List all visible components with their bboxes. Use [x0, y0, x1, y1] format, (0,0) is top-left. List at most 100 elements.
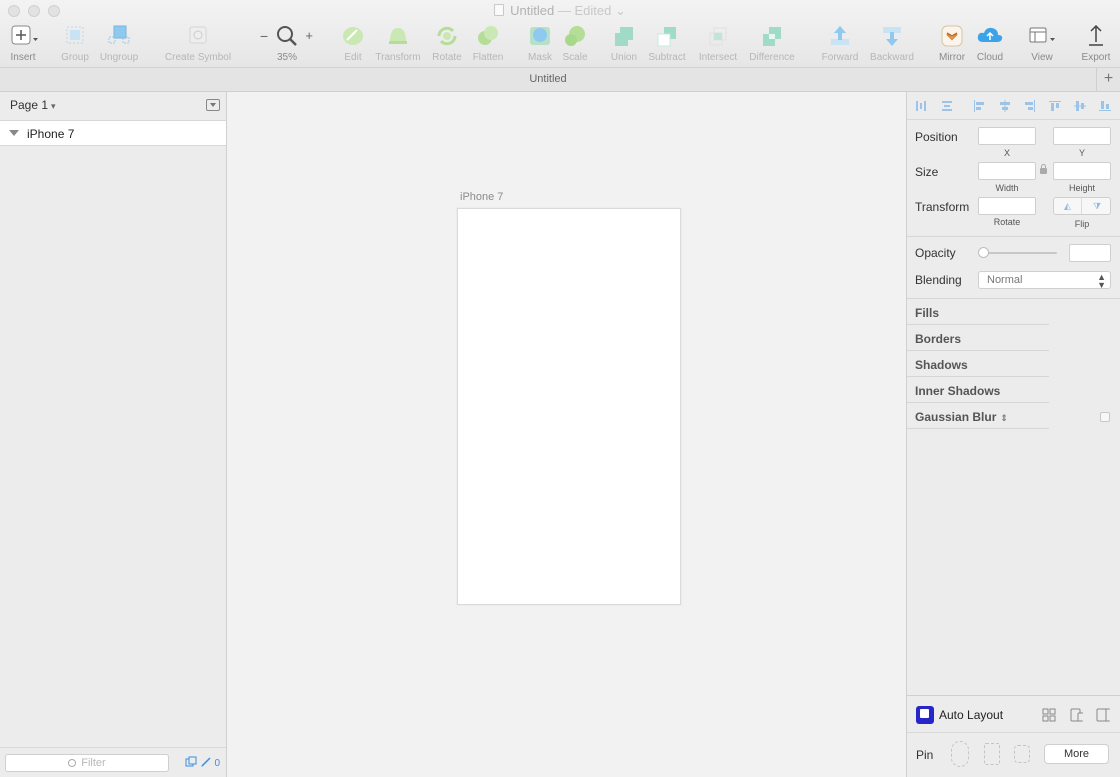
inner-shadows-section[interactable]: Inner Shadows [907, 377, 1049, 403]
transform-icon [389, 28, 407, 44]
opacity-slider-knob[interactable] [978, 247, 989, 258]
union-button[interactable]: Union [606, 22, 642, 66]
inspector-panel: Position X Y Size Width Height Transform… [906, 92, 1120, 777]
mask-icon [530, 27, 550, 45]
stack-grid-icon[interactable] [1042, 708, 1056, 722]
ungroup-button[interactable]: Ungroup [96, 22, 142, 66]
group-button[interactable]: Group [58, 22, 92, 66]
disclosure-triangle-icon[interactable] [9, 130, 19, 136]
pin-label: Pin [916, 748, 934, 762]
rotate-input[interactable] [978, 197, 1036, 215]
union-icon [615, 27, 633, 46]
flip-horizontal-icon[interactable]: ◭ [1054, 198, 1082, 214]
opacity-input[interactable] [1069, 244, 1111, 262]
layer-row[interactable]: iPhone 7 [0, 120, 226, 146]
size-label: Size [915, 165, 939, 179]
create-symbol-button[interactable]: Create Symbol [160, 22, 236, 66]
inner-shadows-label: Inner Shadows [915, 384, 1001, 398]
more-button[interactable]: More [1044, 744, 1109, 764]
toggle-pages-icon[interactable] [206, 99, 220, 111]
slices-filter-icon[interactable] [200, 756, 212, 767]
fills-section[interactable]: Fills [907, 299, 1049, 325]
tab-untitled[interactable]: Untitled [0, 73, 1096, 85]
intersect-label: Intersect [698, 52, 738, 63]
align-center-horizontal-icon[interactable] [999, 100, 1011, 112]
export-icon [1089, 24, 1103, 46]
height-label: Height [1068, 183, 1095, 193]
gaussian-blur-label: Gaussian Blur ⇕ [915, 410, 1008, 424]
width-input[interactable] [978, 162, 1036, 180]
distribute-vertical-icon[interactable] [941, 100, 953, 112]
auto-layout-title: Auto Layout [939, 708, 1004, 722]
title-menu-chevron-icon[interactable]: ⌄ [615, 3, 626, 18]
mask-button[interactable]: Mask [524, 22, 556, 66]
height-input[interactable] [1053, 162, 1111, 180]
subtract-label: Subtract [648, 52, 686, 63]
borders-label: Borders [915, 332, 962, 346]
artboard-iphone-7[interactable] [457, 208, 681, 605]
flip-label: Flip [1074, 219, 1090, 229]
gaussian-blur-section[interactable]: Gaussian Blur ⇕ [907, 403, 1049, 429]
scale-icon [565, 26, 585, 46]
filter-input[interactable]: Filter [5, 754, 169, 772]
x-input[interactable] [978, 127, 1036, 145]
gaussian-blur-checkbox[interactable] [1100, 412, 1110, 422]
borders-section[interactable]: Borders [907, 325, 1049, 351]
symbols-filter-icon[interactable] [185, 756, 197, 767]
distribute-horizontal-icon[interactable] [915, 100, 927, 112]
shadows-section[interactable]: Shadows [907, 351, 1049, 377]
lock-icon[interactable] [1040, 164, 1047, 174]
view-button[interactable]: View [1024, 22, 1060, 66]
insert-button[interactable]: Insert [4, 22, 42, 66]
symbol-icon [189, 26, 207, 44]
canvas[interactable]: iPhone 7 [227, 92, 906, 777]
zoom-level: 35% [276, 52, 297, 63]
zoom-out-button[interactable]: − [260, 28, 268, 44]
align-right-icon[interactable] [1024, 100, 1036, 112]
view-icon [1029, 27, 1055, 43]
position-label: Position [915, 130, 958, 144]
forward-button[interactable]: Forward [816, 22, 864, 66]
edit-button[interactable]: Edit [338, 22, 368, 66]
up-down-chevron-icon: ▲ ▼ [1097, 272, 1106, 290]
add-tab-button[interactable]: + [1096, 68, 1120, 91]
blending-select[interactable]: Normal ▲ ▼ [978, 271, 1111, 290]
filter-bar: Filter 0 [0, 747, 226, 777]
scale-button[interactable]: Scale [558, 22, 592, 66]
difference-icon [763, 27, 781, 46]
y-input[interactable] [1053, 127, 1111, 145]
export-button[interactable]: Export [1078, 22, 1114, 66]
cloud-button[interactable]: Cloud [972, 22, 1008, 66]
insert-label: Insert [10, 52, 36, 63]
page-selector[interactable]: Page 1 ▾ [10, 98, 56, 112]
auto-layout-panel: Auto Layout [907, 695, 1120, 733]
mirror-button[interactable]: Mirror [934, 22, 970, 66]
pin-all-edges-icon[interactable] [951, 741, 969, 767]
opacity-label: Opacity [915, 246, 956, 260]
subtract-icon [657, 27, 676, 47]
pin-center-icon[interactable] [984, 743, 1000, 765]
filter-icons: 0 [185, 756, 220, 769]
difference-button[interactable]: Difference [744, 22, 800, 66]
pin-fixed-icon[interactable] [1014, 745, 1030, 763]
device-preview-icon[interactable] [1069, 708, 1083, 722]
transform-button[interactable]: Transform [372, 22, 424, 66]
subtract-button[interactable]: Subtract [644, 22, 690, 66]
intersect-button[interactable]: Intersect [694, 22, 742, 66]
backward-button[interactable]: Backward [866, 22, 918, 66]
align-left-icon[interactable] [973, 100, 985, 112]
artboard-title[interactable]: iPhone 7 [460, 191, 503, 203]
toolbar: Untitled — Edited ⌄ Insert Group Ungroup… [0, 0, 1120, 68]
export-label: Export [1081, 52, 1111, 63]
align-middle-vertical-icon[interactable] [1074, 100, 1086, 112]
opacity-slider-track[interactable] [983, 252, 1057, 254]
align-top-icon[interactable] [1049, 100, 1061, 112]
blur-type-stepper-icon[interactable]: ⇕ [1000, 413, 1008, 423]
align-bottom-icon[interactable] [1099, 100, 1111, 112]
resize-preview-icon[interactable] [1096, 708, 1110, 722]
flip-control: ◭ ⧩ [1053, 197, 1111, 215]
rotate-button[interactable]: Rotate [428, 22, 466, 66]
zoom-in-button[interactable]: + [305, 28, 313, 43]
flip-vertical-icon[interactable]: ⧩ [1083, 198, 1111, 214]
flatten-button[interactable]: Flatten [470, 22, 506, 66]
